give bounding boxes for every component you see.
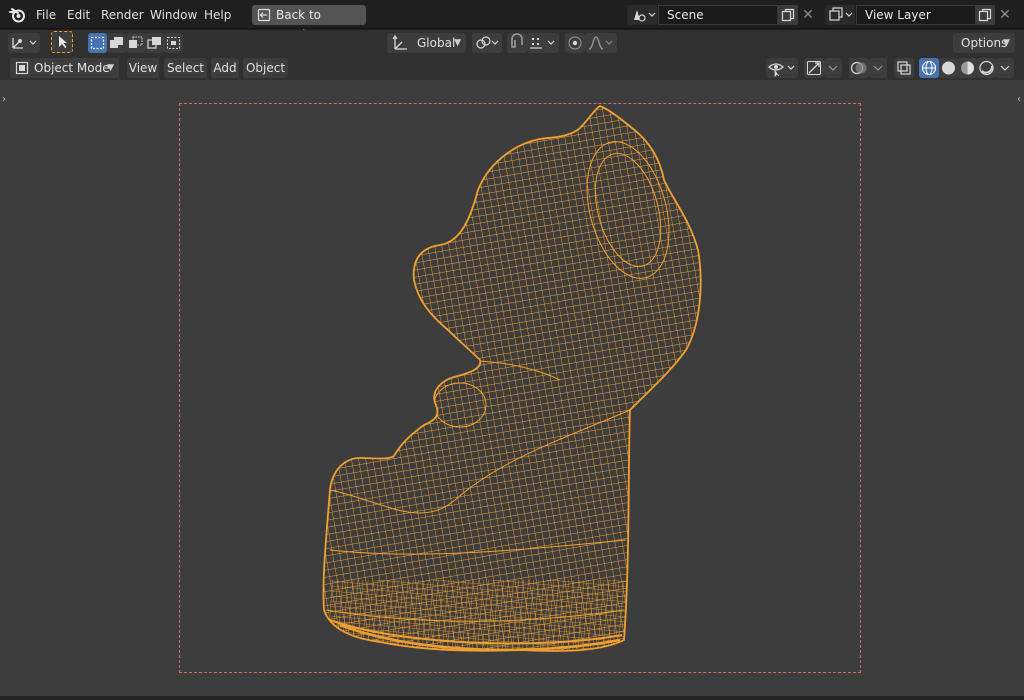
snap-target-select[interactable]	[527, 33, 559, 53]
shading-material-button[interactable]	[958, 58, 977, 78]
object-mode-label: Object Mode	[34, 61, 110, 75]
options-dropdown[interactable]: Options ▼	[953, 33, 1015, 53]
overlays-icon	[850, 61, 867, 75]
view-layer-name-field[interactable]: View Layer	[856, 5, 976, 25]
xray-toggle[interactable]	[894, 58, 914, 78]
snap-toggle[interactable]	[507, 33, 527, 53]
menu-select[interactable]: Select	[164, 58, 207, 78]
overlays-toggle[interactable]	[849, 58, 869, 78]
chevron-down-icon	[873, 65, 883, 71]
duplicate-icon	[978, 8, 992, 22]
3d-viewport[interactable]: › ‹	[0, 80, 1024, 696]
rendered-sphere-icon	[979, 60, 994, 76]
gizmo-icon	[807, 61, 821, 75]
status-bar	[0, 696, 1024, 700]
orientation-label: Global	[417, 36, 456, 50]
select-extend-icon	[110, 37, 123, 48]
scene-duplicate-button[interactable]	[778, 5, 798, 25]
select-mode-extend-button[interactable]	[107, 33, 126, 53]
menu-add[interactable]: Add	[211, 58, 239, 78]
select-mode-subtract-button[interactable]	[126, 33, 145, 53]
select-intersect-icon	[167, 37, 180, 49]
transform-gizmo-icon	[12, 38, 37, 49]
gizmo-toggle[interactable]	[804, 58, 824, 78]
options-label: Options	[961, 36, 1008, 50]
cursor-arrow-icon	[59, 36, 67, 48]
select-mode-new-button[interactable]	[88, 33, 107, 53]
xray-icon	[897, 61, 911, 75]
select-tool-button[interactable]	[51, 31, 73, 53]
shading-solid-button[interactable]	[939, 58, 958, 78]
shading-rendered-button[interactable]	[977, 58, 996, 78]
pivot-point-icon	[476, 36, 499, 49]
material-sphere-icon	[961, 61, 974, 75]
wireframe-mesh-object[interactable]	[0, 80, 1024, 696]
proportional-falloff-select[interactable]	[585, 33, 617, 53]
view-layer-browse-button[interactable]	[825, 5, 855, 25]
menu-object[interactable]: Object	[243, 58, 288, 78]
selectability-visibility-select[interactable]	[766, 58, 798, 78]
close-icon: ✕	[802, 7, 814, 23]
menu-view[interactable]: View	[127, 58, 159, 78]
chevron-down-icon: ▼	[454, 38, 461, 48]
object-mode-select[interactable]: Object Mode ▼	[10, 58, 119, 78]
back-to-previous-button[interactable]: Back to Previous	[252, 5, 366, 42]
select-mode-difference-button[interactable]	[145, 33, 164, 53]
select-mode-intersect-button[interactable]	[164, 33, 183, 53]
back-to-previous-icon	[257, 8, 271, 22]
chevron-down-icon	[828, 65, 838, 71]
transform-pivot-button[interactable]	[8, 33, 40, 53]
shading-wireframe-button[interactable]	[919, 58, 939, 78]
scene-name-field[interactable]: Scene	[658, 5, 778, 25]
orientation-axes-icon	[392, 34, 407, 50]
magnet-icon	[511, 33, 523, 48]
view-layer-icon	[829, 7, 853, 21]
snap-increment-icon	[530, 38, 555, 49]
eye-pointer-icon	[768, 63, 795, 77]
pivot-point-select[interactable]	[472, 33, 502, 53]
chevron-down-icon: ▼	[1003, 38, 1010, 48]
select-difference-icon	[147, 37, 161, 49]
menu-render[interactable]: Render	[98, 6, 147, 24]
close-icon: ✕	[999, 7, 1011, 23]
top-menu-bar: File Edit Render Window Help Back to Pre…	[0, 0, 1024, 42]
gizmo-options-dropdown[interactable]	[824, 58, 842, 78]
view-layer-remove-button[interactable]: ✕	[995, 5, 1015, 25]
transform-orientation-select[interactable]: Global ▼	[387, 33, 466, 53]
proportional-editing-toggle[interactable]	[565, 33, 585, 53]
solid-sphere-icon	[942, 61, 955, 75]
menu-file[interactable]: File	[33, 6, 59, 24]
scene-remove-button[interactable]: ✕	[798, 5, 818, 25]
scene-browse-button[interactable]	[627, 5, 657, 25]
select-subtract-icon	[129, 36, 143, 48]
select-new-icon	[90, 36, 105, 50]
blender-logo-icon[interactable]	[8, 6, 26, 24]
tool-header: Global ▼ Options ▼	[0, 30, 1024, 56]
menu-window[interactable]: Window	[147, 6, 200, 24]
chevron-down-icon: ▼	[107, 63, 114, 73]
menu-edit[interactable]: Edit	[64, 6, 93, 24]
menu-help[interactable]: Help	[201, 6, 234, 24]
view-layer-duplicate-button[interactable]	[975, 5, 995, 25]
wireframe-sphere-icon	[921, 60, 937, 76]
proportional-edit-icon	[568, 36, 582, 50]
viewport-header: Object Mode ▼ View Select Add Object	[0, 56, 1024, 80]
falloff-curve-icon	[588, 36, 613, 50]
chevron-down-icon	[1000, 65, 1010, 71]
overlays-options-dropdown[interactable]	[869, 58, 887, 78]
duplicate-icon	[781, 8, 795, 22]
object-mode-icon	[15, 61, 29, 75]
wireframe-mesh-fill	[323, 106, 701, 651]
shading-options-dropdown[interactable]	[996, 58, 1014, 78]
scene-icon	[634, 10, 656, 22]
